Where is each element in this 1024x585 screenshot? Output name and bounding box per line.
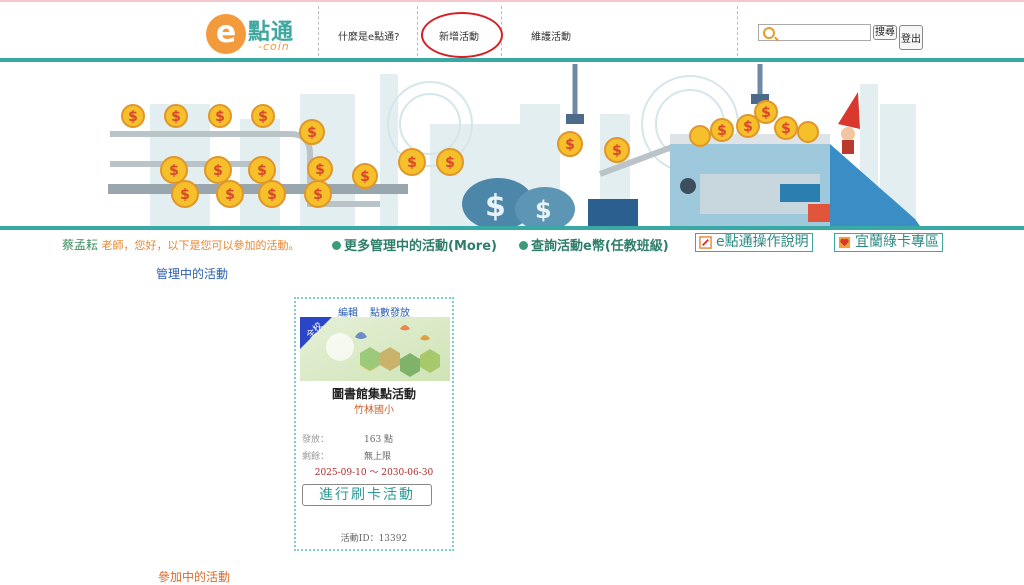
heart-icon <box>838 236 851 249</box>
issued-value: 163 點 <box>364 435 394 445</box>
svg-text:$: $ <box>360 169 370 185</box>
bullet-dot-icon <box>332 241 341 250</box>
header: e 點通 -coin 什麼是e點通? 新增活動 維護活動 搜尋 登出 <box>0 2 1024 58</box>
svg-text:$: $ <box>128 109 138 125</box>
svg-text:$: $ <box>315 162 325 178</box>
pencil-icon <box>699 236 712 249</box>
svg-text:$: $ <box>180 187 190 203</box>
svg-text:$: $ <box>717 123 727 139</box>
svg-text:$: $ <box>407 155 417 171</box>
bullet-dot-icon <box>519 241 528 250</box>
svg-text:$: $ <box>445 155 455 171</box>
banner-bottom-stripe <box>0 226 1024 230</box>
banner-illustration: $ $ $$$$ $ $$$ $$$$ $$ $$ $$ <box>0 64 1024 226</box>
remaining-value: 無上限 <box>364 452 392 462</box>
svg-text:$: $ <box>258 109 268 125</box>
svg-text:$: $ <box>535 196 552 224</box>
swipe-card-button[interactable]: 進行刷卡活動 <box>302 484 432 506</box>
activity-image[interactable]: 全校 <box>300 317 450 381</box>
greeting-text: 蔡孟耘 老師，您好，以下是您可以參加的活動。 <box>62 236 300 253</box>
query-ecoin-label: 查詢活動e幣(任教班級) <box>531 239 669 254</box>
more-activities-label: 更多管理中的活動(More) <box>344 239 497 254</box>
highlight-circle <box>421 12 503 58</box>
svg-text:$: $ <box>761 105 771 121</box>
section-title-managing: 管理中的活動 <box>156 267 229 281</box>
svg-text:$: $ <box>257 163 267 179</box>
activity-dates: 2025-09-10 ～ 2030-06-30 <box>314 468 434 478</box>
green-card-button[interactable]: 宜蘭綠卡專區 <box>834 233 943 252</box>
school-name: 竹林國小 <box>354 405 394 416</box>
nav-divider <box>417 6 418 56</box>
activity-title: 圖書館集點活動 <box>331 387 416 401</box>
svg-text:$: $ <box>313 187 323 203</box>
svg-text:$: $ <box>171 109 181 125</box>
search-icon <box>763 27 775 39</box>
svg-text:$: $ <box>213 163 223 179</box>
more-activities-link[interactable]: 更多管理中的活動(More) <box>332 235 497 254</box>
activity-card: 編輯 點數發放 全校 圖書館集點活動 竹林國小 發放： 163 點 剩餘： 無上限 <box>294 297 454 551</box>
search-button[interactable]: 搜尋 <box>873 25 897 40</box>
nav-what-is-ecoin[interactable]: 什麼是e點通? <box>338 28 399 43</box>
issued-label: 發放： <box>302 435 330 445</box>
greeting-message: 老師，您好，以下是您可以參加的活動。 <box>98 239 300 252</box>
logout-button[interactable]: 登出 <box>899 25 923 50</box>
nav-divider <box>318 6 319 56</box>
svg-text:$: $ <box>307 125 317 141</box>
green-card-label: 宜蘭綠卡專區 <box>855 234 939 250</box>
svg-text:$: $ <box>267 187 277 203</box>
svg-text:$: $ <box>485 189 506 224</box>
svg-text:$: $ <box>565 137 575 153</box>
activity-id: 活動ID：13392 <box>340 534 408 544</box>
search-input[interactable] <box>758 24 871 41</box>
logo[interactable]: e 點通 -coin <box>206 12 306 56</box>
nav-divider <box>737 6 738 56</box>
logo-subtext: -coin <box>258 40 290 53</box>
svg-text:$: $ <box>612 143 622 159</box>
logo-e-icon: e <box>206 14 246 54</box>
svg-text:$: $ <box>225 187 235 203</box>
svg-text:$: $ <box>781 121 791 137</box>
banner-top-stripe <box>0 58 1024 62</box>
remaining-label: 剩餘： <box>302 452 330 462</box>
svg-text:$: $ <box>169 163 179 179</box>
svg-text:$: $ <box>743 119 753 135</box>
operation-guide-button[interactable]: e點通操作說明 <box>695 233 813 252</box>
nav-maintain-activity[interactable]: 維護活動 <box>531 28 571 43</box>
section-title-participating: 參加中的活動 <box>158 570 231 584</box>
user-name: 蔡孟耘 <box>62 238 99 252</box>
svg-text:$: $ <box>215 109 225 125</box>
operation-guide-label: e點通操作說明 <box>716 234 809 250</box>
query-ecoin-link[interactable]: 查詢活動e幣(任教班級) <box>519 235 669 254</box>
